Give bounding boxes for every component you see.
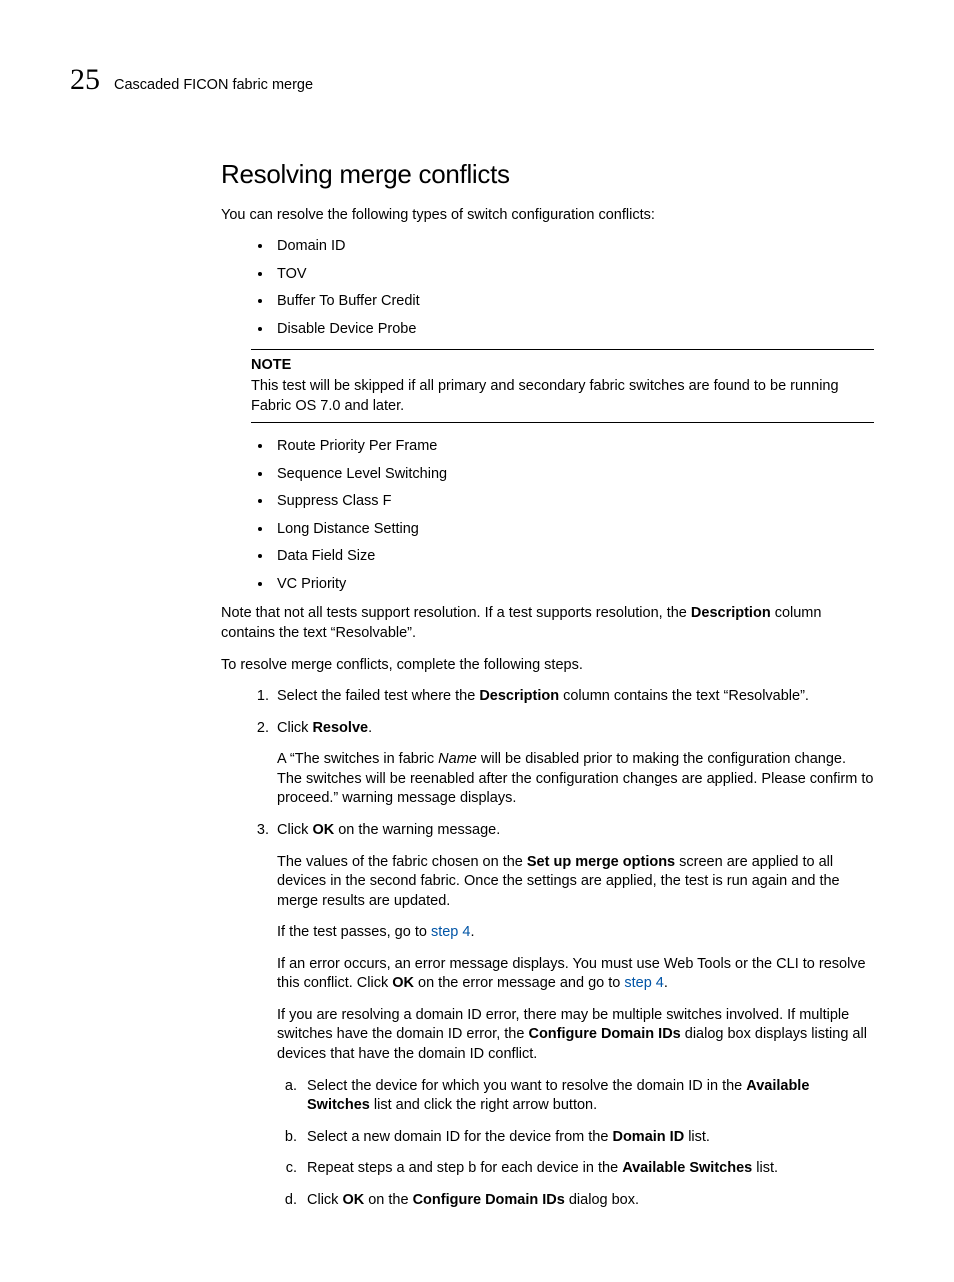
bold-text: Description <box>479 688 559 704</box>
substep-item: Click OK on the Configure Domain IDs dia… <box>301 1191 874 1211</box>
list-item: TOV <box>273 265 874 285</box>
step-item: Click OK on the warning message. The val… <box>273 821 874 1210</box>
note-paragraph: Note that not all tests support resoluti… <box>221 604 874 643</box>
lead-paragraph: To resolve merge conflicts, complete the… <box>221 656 874 676</box>
text: Click <box>277 822 312 838</box>
list-item: Disable Device Probe <box>273 320 874 340</box>
step-item: Select the failed test where the Descrip… <box>273 687 874 707</box>
italic-text: Name <box>438 751 477 767</box>
note-text: This test will be skipped if all primary… <box>251 377 874 416</box>
list-item: Domain ID <box>273 237 874 257</box>
text: list and click the right arrow button. <box>370 1097 597 1113</box>
list-item: Route Priority Per Frame <box>273 437 874 457</box>
list-item: Long Distance Setting <box>273 520 874 540</box>
list-item: VC Priority <box>273 575 874 595</box>
bold-text: Resolve <box>312 720 368 736</box>
section-heading: Resolving merge conflicts <box>221 157 874 192</box>
text: Select a new domain ID for the device fr… <box>307 1129 612 1145</box>
text: The values of the fabric chosen on the <box>277 854 527 870</box>
steps-list: Select the failed test where the Descrip… <box>221 687 874 1210</box>
text: Select the device for which you want to … <box>307 1078 746 1094</box>
step-paragraph: If you are resolving a domain ID error, … <box>277 1006 874 1065</box>
text: Click <box>307 1192 342 1208</box>
text: A “The switches in fabric <box>277 751 438 767</box>
substep-item: Select the device for which you want to … <box>301 1077 874 1116</box>
page-content: Resolving merge conflicts You can resolv… <box>221 157 874 1211</box>
bold-text: OK <box>342 1192 364 1208</box>
text: Click <box>277 720 312 736</box>
conflict-list-a: Domain ID TOV Buffer To Buffer Credit Di… <box>221 237 874 339</box>
text: dialog box. <box>565 1192 639 1208</box>
note-heading: NOTE <box>251 356 874 376</box>
cross-ref-link[interactable]: step 4 <box>431 924 471 940</box>
substep-item: Select a new domain ID for the device fr… <box>301 1128 874 1148</box>
step-paragraph: If the test passes, go to step 4. <box>277 923 874 943</box>
text: on the warning message. <box>334 822 500 838</box>
text: If the test passes, go to <box>277 924 431 940</box>
bold-text: Configure Domain IDs <box>528 1026 680 1042</box>
bold-text: Set up merge options <box>527 854 675 870</box>
bold-text: OK <box>312 822 334 838</box>
bold-text: Domain ID <box>612 1129 684 1145</box>
substeps-list: Select the device for which you want to … <box>277 1077 874 1211</box>
text: list. <box>684 1129 710 1145</box>
text: . <box>664 975 668 991</box>
bold-text: Configure Domain IDs <box>413 1192 565 1208</box>
list-item: Suppress Class F <box>273 492 874 512</box>
step-paragraph: The values of the fabric chosen on the S… <box>277 853 874 912</box>
chapter-number: 25 <box>70 60 100 101</box>
text: Repeat steps a and step b for each devic… <box>307 1160 622 1176</box>
bold-text: Available Switches <box>622 1160 752 1176</box>
list-item: Buffer To Buffer Credit <box>273 292 874 312</box>
list-item: Sequence Level Switching <box>273 465 874 485</box>
bold-text: Description <box>691 605 771 621</box>
step-item: Click Resolve. A “The switches in fabric… <box>273 719 874 809</box>
text: . <box>470 924 474 940</box>
text: column contains the text “Resolvable”. <box>559 688 809 704</box>
text: list. <box>752 1160 778 1176</box>
bold-text: OK <box>392 975 414 991</box>
note-block: NOTE This test will be skipped if all pr… <box>251 349 874 423</box>
page-header: 25 Cascaded FICON fabric merge <box>70 60 884 101</box>
cross-ref-link[interactable]: step 4 <box>624 975 664 991</box>
text: . <box>368 720 372 736</box>
text: Note that not all tests support resoluti… <box>221 605 691 621</box>
text: on the error message and go to <box>414 975 624 991</box>
step-paragraph: If an error occurs, an error message dis… <box>277 955 874 994</box>
list-item: Data Field Size <box>273 547 874 567</box>
intro-text: You can resolve the following types of s… <box>221 206 874 226</box>
text: Select the failed test where the <box>277 688 479 704</box>
text: on the <box>364 1192 412 1208</box>
chapter-title: Cascaded FICON fabric merge <box>114 76 313 96</box>
conflict-list-b: Route Priority Per Frame Sequence Level … <box>221 437 874 594</box>
substep-item: Repeat steps a and step b for each devic… <box>301 1159 874 1179</box>
step-paragraph: A “The switches in fabric Name will be d… <box>277 750 874 809</box>
